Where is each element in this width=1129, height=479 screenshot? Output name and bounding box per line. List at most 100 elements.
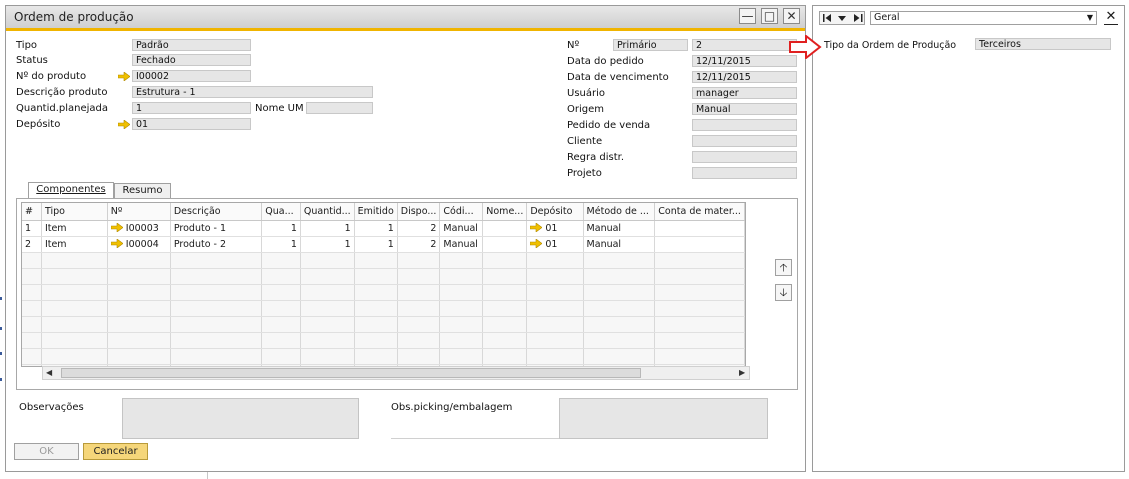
column-header[interactable]: Emitido (354, 203, 398, 221)
ok-button[interactable]: OK (14, 443, 79, 460)
available-cell[interactable]: 2 (397, 220, 441, 237)
column-header[interactable]: Descrição (170, 203, 263, 221)
close-button[interactable]: ✕ (783, 8, 800, 24)
sales-order-field[interactable] (692, 119, 797, 131)
link-arrow-icon[interactable] (530, 222, 543, 233)
maximize-button[interactable]: □ (761, 8, 778, 24)
status-label: Status (16, 55, 48, 66)
link-arrow-icon[interactable] (110, 238, 124, 249)
category-dropdown[interactable]: Geral ▼ (870, 11, 1097, 25)
due-date-label: Data de vencimento (567, 72, 669, 83)
column-header[interactable]: Nome... (482, 203, 528, 221)
row-number-cell: 1 (22, 220, 42, 237)
code-cell[interactable]: Manual (439, 236, 484, 253)
origin-field[interactable]: Manual (692, 103, 797, 115)
warehouse-cell[interactable]: 01 (526, 236, 584, 253)
item-number-cell[interactable]: I00003 (107, 220, 171, 237)
move-row-up-icon[interactable]: 🡡 (775, 259, 792, 276)
empty-row[interactable] (22, 300, 745, 317)
production-order-type-field[interactable]: Terceiros (975, 38, 1111, 50)
product-number-field[interactable]: I00002 (132, 70, 251, 82)
planned-quantity-field[interactable]: 1 (132, 102, 251, 114)
empty-row[interactable] (22, 252, 745, 269)
picking-remarks-field[interactable] (559, 398, 768, 439)
empty-row[interactable] (22, 348, 745, 365)
tab-resumo[interactable]: Resumo (114, 183, 171, 199)
quantity-cell[interactable]: 1 (261, 220, 301, 237)
type-cell[interactable]: Item (41, 236, 108, 253)
name-cell[interactable] (482, 236, 528, 253)
column-header[interactable]: Nº (107, 203, 171, 221)
table-row[interactable]: 2 Item I00004 Produto - 2 1 1 1 2 Manual… (22, 236, 745, 253)
uom-name-field[interactable] (306, 102, 373, 114)
link-arrow-icon[interactable] (118, 120, 130, 129)
due-date-field[interactable]: 12/11/2015 (692, 71, 797, 83)
column-header[interactable]: Depósito (526, 203, 584, 221)
column-header[interactable]: Códi... (439, 203, 484, 221)
table-row[interactable]: 1 Item I00003 Produto - 1 1 1 1 2 Manual… (22, 220, 745, 237)
components-table: # Tipo Nº Descrição Qua... Quantid... Em… (22, 203, 745, 366)
column-header[interactable]: Quantid... (300, 203, 355, 221)
description-cell[interactable]: Produto - 1 (170, 220, 263, 237)
move-row-down-icon[interactable]: 🡣 (775, 284, 792, 301)
empty-row[interactable] (22, 332, 745, 349)
empty-row[interactable] (22, 268, 745, 285)
origin-label: Origem (567, 104, 605, 115)
scroll-right-icon[interactable]: ▶ (739, 368, 745, 377)
status-field[interactable]: Fechado (132, 54, 251, 66)
column-header[interactable]: Dispo... (397, 203, 441, 221)
number-series-dropdown[interactable]: Primário (613, 39, 688, 51)
order-date-field[interactable]: 12/11/2015 (692, 55, 797, 67)
issued-cell[interactable]: 1 (354, 236, 398, 253)
remarks-field[interactable] (122, 398, 359, 439)
chevron-down-icon[interactable]: ▼ (1087, 12, 1093, 24)
uom-name-label: Nome UM (255, 103, 304, 114)
distribution-rule-field[interactable] (692, 151, 797, 163)
number-field[interactable]: 2 (692, 39, 797, 51)
link-arrow-icon[interactable] (118, 72, 130, 81)
issue-method-cell[interactable]: Manual (583, 220, 656, 237)
warehouse-field[interactable]: 01 (132, 118, 251, 130)
product-description-field[interactable]: Estrutura - 1 (132, 86, 373, 98)
material-account-cell[interactable] (654, 220, 745, 237)
material-account-cell[interactable] (654, 236, 745, 253)
warehouse-cell[interactable]: 01 (526, 220, 584, 237)
planned-quantity-cell[interactable]: 1 (300, 236, 355, 253)
user-label: Usuário (567, 88, 606, 99)
tipo-field[interactable]: Padrão (132, 39, 251, 51)
tab-componentes[interactable]: Componentes (28, 182, 114, 199)
project-field[interactable] (692, 167, 797, 179)
link-arrow-icon[interactable] (530, 238, 543, 249)
close-panel-icon[interactable]: ✕ (1104, 10, 1118, 24)
user-field[interactable]: manager (692, 87, 797, 99)
name-cell[interactable] (482, 220, 528, 237)
minimize-button[interactable]: — (739, 8, 756, 24)
item-number-cell[interactable]: I00004 (107, 236, 171, 253)
column-header[interactable]: Conta de mater... (654, 203, 745, 221)
customer-field[interactable] (692, 135, 797, 147)
empty-row[interactable] (22, 316, 745, 333)
cancel-button[interactable]: Cancelar (83, 443, 148, 460)
description-cell[interactable]: Produto - 2 (170, 236, 263, 253)
empty-row[interactable] (22, 284, 745, 301)
background-divider (207, 472, 208, 479)
scroll-left-icon[interactable]: ◀ (46, 368, 52, 377)
grid-horizontal-scrollbar[interactable]: ◀ ▶ (42, 366, 750, 380)
planned-quantity-cell[interactable]: 1 (300, 220, 355, 237)
type-cell[interactable]: Item (41, 220, 108, 237)
quantity-cell[interactable]: 1 (261, 236, 301, 253)
production-order-window: Ordem de produção — □ ✕ Tipo Padrão Stat… (5, 5, 806, 472)
nav-arrows-icon[interactable] (820, 12, 866, 24)
issued-cell[interactable]: 1 (354, 220, 398, 237)
scrollbar-thumb[interactable] (61, 368, 641, 378)
issue-method-cell[interactable]: Manual (583, 236, 656, 253)
available-cell[interactable]: 2 (397, 236, 441, 253)
window-title: Ordem de produção (14, 10, 134, 24)
link-arrow-icon[interactable] (110, 222, 124, 233)
close-underline (1104, 24, 1118, 25)
column-header[interactable]: Tipo (41, 203, 108, 221)
code-cell[interactable]: Manual (439, 220, 484, 237)
column-header[interactable]: # (22, 203, 42, 221)
column-header[interactable]: Método de ... (583, 203, 656, 221)
column-header[interactable]: Qua... (261, 203, 301, 221)
